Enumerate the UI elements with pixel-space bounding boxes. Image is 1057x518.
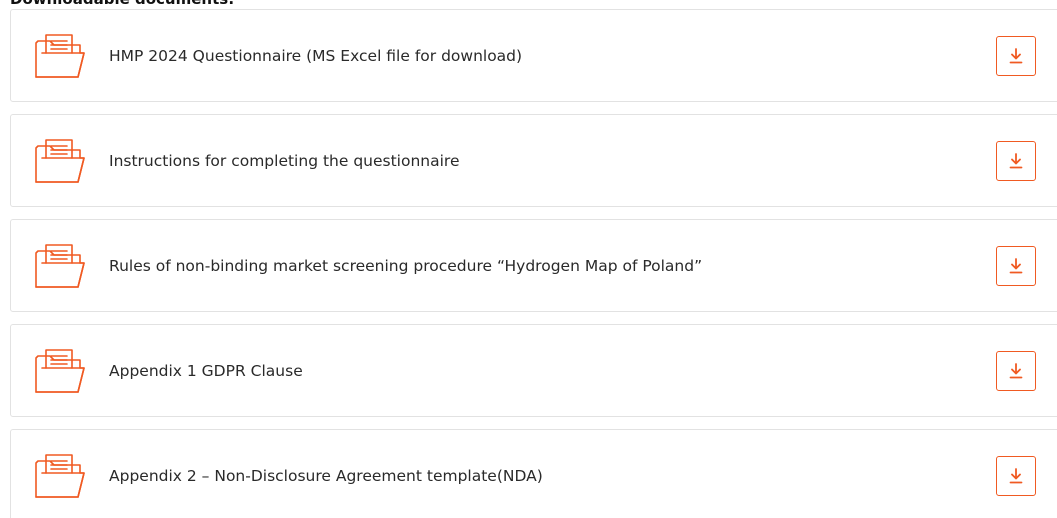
document-title[interactable]: Appendix 2 – Non-Disclosure Agreement te… — [109, 430, 543, 518]
document-row: HMP 2024 Questionnaire (MS Excel file fo… — [10, 9, 1057, 102]
download-icon — [1009, 468, 1023, 484]
document-title[interactable]: Rules of non-binding market screening pr… — [109, 220, 702, 313]
download-button[interactable] — [996, 36, 1036, 76]
download-button[interactable] — [996, 246, 1036, 286]
folder-document-icon — [32, 453, 88, 501]
folder-document-icon — [32, 348, 88, 396]
download-icon — [1009, 363, 1023, 379]
document-row: Appendix 1 GDPR Clause — [10, 324, 1057, 417]
folder-document-icon — [32, 138, 88, 186]
document-row: Instructions for completing the question… — [10, 114, 1057, 207]
document-list: HMP 2024 Questionnaire (MS Excel file fo… — [10, 9, 1057, 518]
download-icon — [1009, 258, 1023, 274]
document-row: Appendix 2 – Non-Disclosure Agreement te… — [10, 429, 1057, 518]
downloads-panel: Downloadable documents: HMP 2024 Questio… — [0, 0, 1057, 518]
document-title[interactable]: HMP 2024 Questionnaire (MS Excel file fo… — [109, 10, 522, 103]
folder-document-icon — [32, 33, 88, 81]
document-title[interactable]: Instructions for completing the question… — [109, 115, 459, 208]
document-row: Rules of non-binding market screening pr… — [10, 219, 1057, 312]
download-icon — [1009, 48, 1023, 64]
section-heading: Downloadable documents: — [10, 0, 234, 8]
download-button[interactable] — [996, 456, 1036, 496]
document-title[interactable]: Appendix 1 GDPR Clause — [109, 325, 303, 418]
download-button[interactable] — [996, 351, 1036, 391]
download-button[interactable] — [996, 141, 1036, 181]
download-icon — [1009, 153, 1023, 169]
folder-document-icon — [32, 243, 88, 291]
